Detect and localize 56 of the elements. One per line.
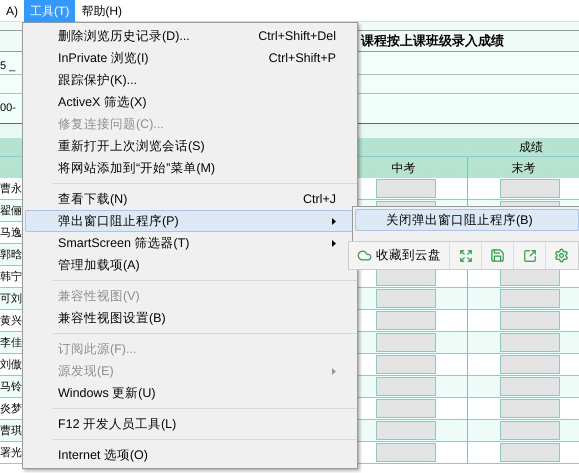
student-name: 可刘 <box>0 292 22 307</box>
student-name: 炎梦 <box>0 402 22 417</box>
student-name: 韩宁 <box>0 270 22 285</box>
student-name: 黄兴 <box>0 314 22 329</box>
score-input[interactable] <box>500 333 560 352</box>
save-to-cloud-button[interactable]: 收藏到云盘 <box>349 242 450 269</box>
student-name: 署光 <box>0 446 22 461</box>
score-input[interactable] <box>500 311 560 330</box>
score-input[interactable] <box>500 443 560 462</box>
score-input[interactable] <box>500 421 560 440</box>
share-icon <box>522 248 536 262</box>
menu-item[interactable]: 重新打开上次浏览会话(S) <box>25 135 355 157</box>
score-input[interactable] <box>500 355 560 374</box>
menu-item[interactable]: 查看下载(N) Ctrl+J <box>25 188 355 210</box>
score-input[interactable] <box>376 311 436 330</box>
column-header: 末考 <box>510 160 536 176</box>
menu-item[interactable]: ActiveX 筛选(X) <box>25 91 355 113</box>
cloud-icon <box>357 248 372 263</box>
score-input[interactable] <box>376 179 436 198</box>
score-input[interactable] <box>376 443 436 462</box>
menu-item[interactable]: 兼容性视图设置(B) <box>25 307 355 329</box>
menu-item[interactable]: 跟踪保护(K)... <box>25 69 355 91</box>
score-input[interactable] <box>376 399 436 418</box>
gear-icon <box>554 248 568 263</box>
group-header: 成绩 <box>519 139 543 156</box>
score-input[interactable] <box>376 377 436 396</box>
score-input[interactable] <box>376 421 436 440</box>
student-name: 刘傲 <box>0 358 22 373</box>
menu-item[interactable]: 关闭弹出窗口阻止程序(B) <box>355 209 579 231</box>
score-input[interactable] <box>376 355 436 374</box>
menu-bar-item[interactable]: A) <box>0 0 24 22</box>
score-input[interactable] <box>500 289 560 308</box>
score-input[interactable] <box>376 333 436 352</box>
student-name: 曹琪 <box>0 424 22 439</box>
menu-item[interactable]: 弹出窗口阻止程序(P) <box>25 210 355 232</box>
student-name: 马逸 <box>0 226 22 241</box>
menu-item[interactable]: 删除浏览历史记录(D)... Ctrl+Shift+Del <box>25 25 355 47</box>
menu-bar-item[interactable]: 帮助(H) <box>75 0 128 22</box>
score-input[interactable] <box>500 179 560 198</box>
field-fragment: 5 _ <box>0 58 16 74</box>
save-icon <box>490 248 505 263</box>
menu-item[interactable]: InPrivate 浏览(I) Ctrl+Shift+P <box>25 47 355 69</box>
student-name: 翟俪 <box>0 204 22 219</box>
code-fragment: 00- <box>0 101 16 116</box>
student-name: 曹永 <box>0 182 22 197</box>
menu-item[interactable]: F12 开发人员工具(L) <box>25 413 355 435</box>
menu-item[interactable]: Internet 选项(O) <box>25 444 355 466</box>
expand-icon <box>458 248 472 262</box>
student-name: 郭晗 <box>0 248 22 263</box>
menu-item[interactable]: Windows 更新(U) <box>25 382 355 404</box>
score-input[interactable] <box>500 399 560 418</box>
page-title: 课程按上课班级录入成绩 <box>361 32 504 50</box>
score-input[interactable] <box>376 289 436 308</box>
score-input[interactable] <box>500 377 560 396</box>
student-name: 李佳 <box>0 336 22 351</box>
student-name: 马铃 <box>0 380 22 395</box>
